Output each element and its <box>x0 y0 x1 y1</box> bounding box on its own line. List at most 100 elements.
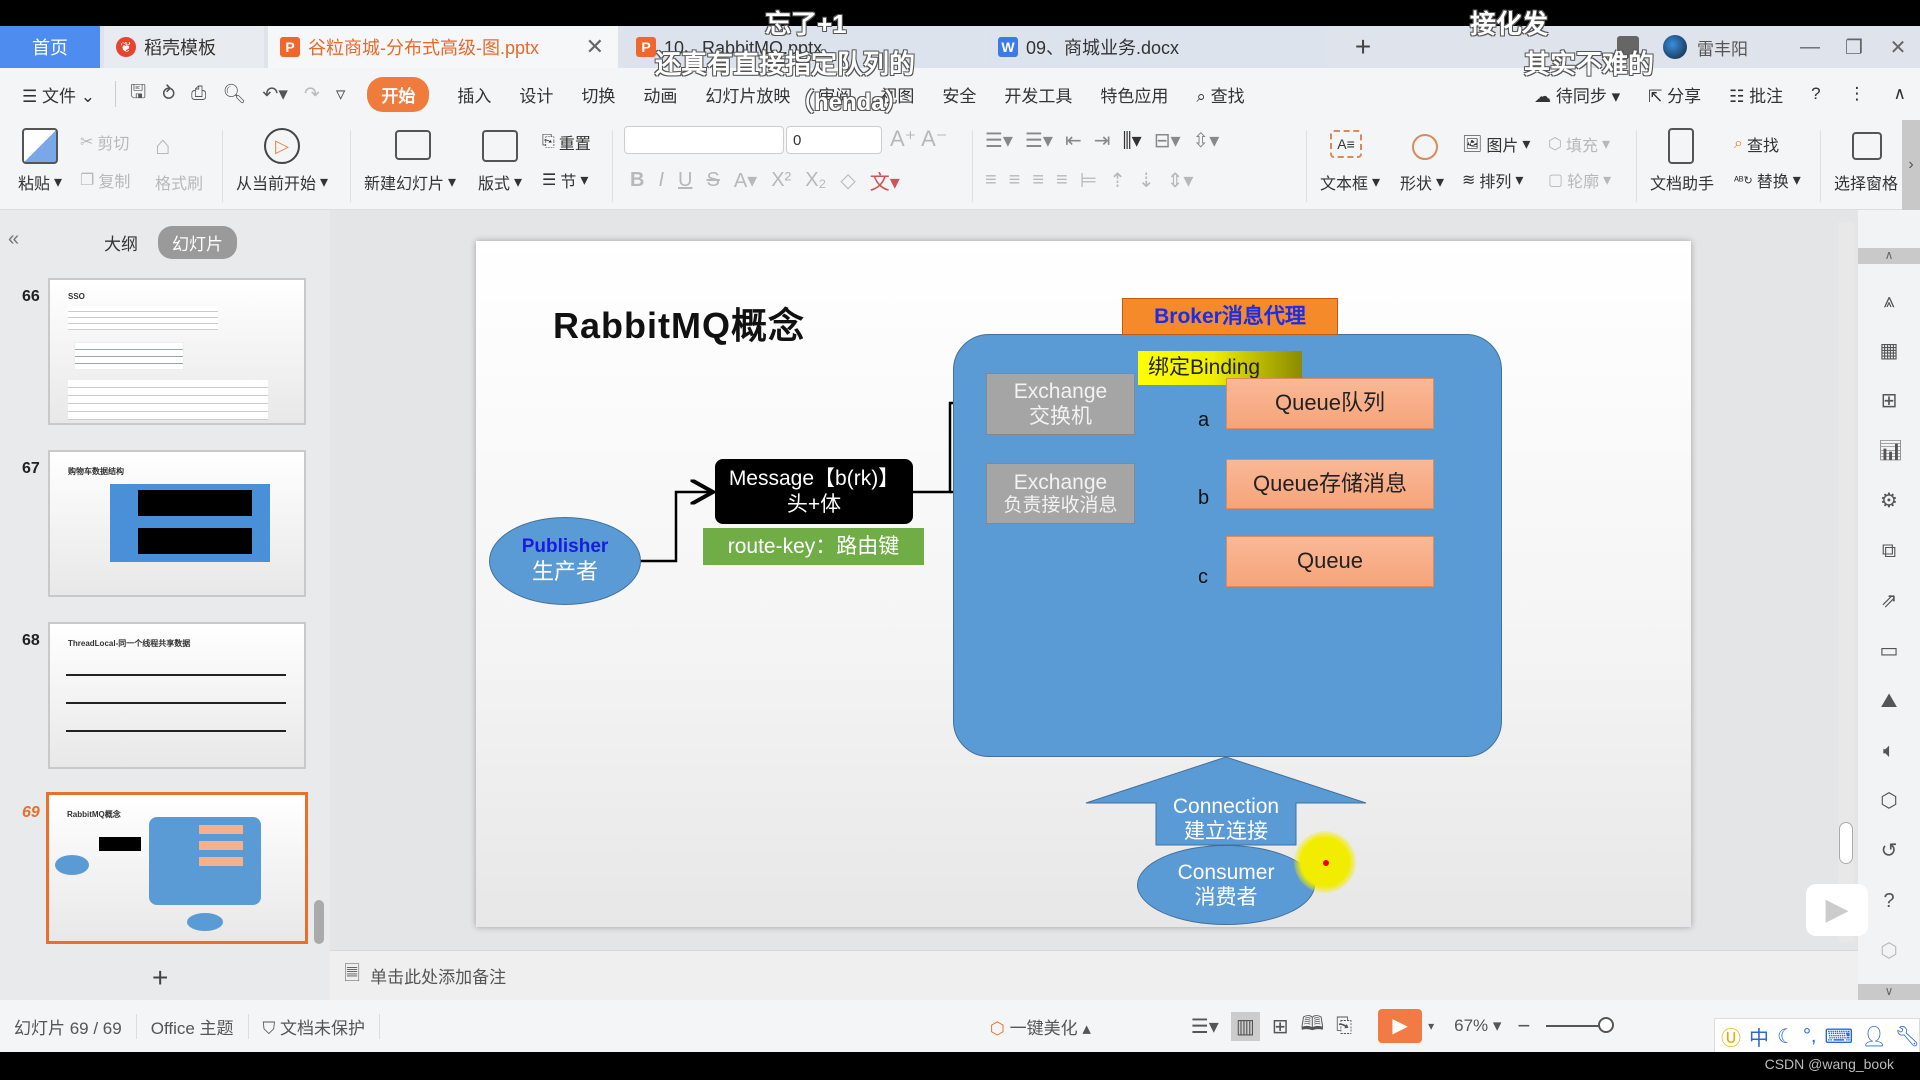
tab-home[interactable]: 首页 <box>0 26 100 68</box>
close-button[interactable]: ✕ <box>1876 35 1920 60</box>
scrollbar-thumb[interactable] <box>1839 822 1853 864</box>
bullets-icon[interactable]: ☰▾ <box>985 128 1013 153</box>
zoom-slider[interactable] <box>1546 1017 1615 1033</box>
thumbnail-scrollbar[interactable] <box>314 900 324 944</box>
para-spacing-icon[interactable]: ⇡ <box>1109 168 1126 193</box>
zoom-select[interactable]: 67% ▾ <box>1454 1016 1501 1036</box>
save-icon[interactable]: 🖫 <box>130 78 146 110</box>
queue-box[interactable]: Queue队列 <box>1226 378 1434 429</box>
fill-button[interactable]: ⬡ 填充 ▾ <box>1548 132 1610 156</box>
file-menu[interactable]: ☰ 文件 ⌄ <box>22 82 95 107</box>
plugin-icon[interactable]: ⬡ <box>1878 790 1900 812</box>
menu-tab-features[interactable]: 特色应用 <box>1100 82 1168 107</box>
normal-view-icon[interactable]: ▥ <box>1230 1011 1260 1041</box>
layout-button[interactable]: 版式 ▾ <box>478 170 522 194</box>
distribute-icon[interactable]: ⊨ <box>1080 168 1097 193</box>
style-icon[interactable]: ⩓ <box>1878 290 1900 312</box>
replace-button[interactable]: ᴬᴮ↻ 替换 ▾ <box>1734 168 1801 192</box>
reading-view-icon[interactable]: 🕮 <box>1301 1009 1325 1043</box>
help-icon[interactable]: ? <box>1811 84 1820 104</box>
redo-icon[interactable]: ↷ <box>304 83 320 106</box>
italic-icon[interactable]: I <box>658 169 664 192</box>
line-spacing-icon[interactable]: ⇳▾ <box>1193 128 1220 153</box>
restore-button[interactable]: ❐ <box>1832 35 1876 60</box>
menu-tab-animation[interactable]: 动画 <box>643 82 677 107</box>
text-direction-icon[interactable]: ⫼▾ <box>1122 128 1141 153</box>
notes-toggle-icon[interactable]: ☰▾ <box>1191 1014 1219 1039</box>
document-protection[interactable]: ⛉ 文档未保护 <box>249 1013 381 1039</box>
selection-pane-icon[interactable] <box>1852 132 1882 160</box>
queue-box[interactable]: Queue存储消息 <box>1226 459 1434 509</box>
para-spacing2-icon[interactable]: ⇣ <box>1138 168 1155 193</box>
minimize-button[interactable]: — <box>1788 36 1832 59</box>
undo-icon[interactable]: ↶▾ <box>262 83 287 106</box>
textbox-icon[interactable]: A≡ <box>1330 130 1362 158</box>
play-from-current-button[interactable]: 从当前开始 ▾ <box>236 170 328 194</box>
format-painter-icon[interactable]: ⌂ <box>155 130 171 161</box>
ime-chinese-icon[interactable]: 中 <box>1749 1022 1769 1051</box>
zoom-out-button[interactable]: − <box>1517 1013 1530 1039</box>
slide-thumbnail-68[interactable]: ThreadLocal-同一个线程共享数据 <box>48 622 306 769</box>
export-icon[interactable]: ⇗ <box>1878 590 1900 612</box>
chevron-down-icon[interactable]: ▾ <box>1428 1019 1434 1033</box>
collapse-ribbon-icon[interactable]: ∧ <box>1894 84 1906 104</box>
pane-scroll-down[interactable]: ∨ <box>1858 984 1920 1000</box>
vertical-scrollbar[interactable] <box>1838 222 1854 942</box>
line-spacing2-icon[interactable]: ⇕▾ <box>1167 168 1194 193</box>
strikethrough-icon[interactable]: S <box>706 169 719 192</box>
sync-button[interactable]: ☁ 待同步 ▾ <box>1534 82 1620 107</box>
message-box[interactable]: Message【b(rk)】 头+体 <box>715 459 913 524</box>
table-icon[interactable]: ▦ <box>1878 340 1900 362</box>
slide-title[interactable]: RabbitMQ概念 <box>553 297 805 349</box>
tab-active-file[interactable]: P 谷粒商城-分布式高级-图.pptx ✕ <box>268 26 618 68</box>
superscript-icon[interactable]: X² <box>771 169 791 192</box>
print-preview-icon[interactable]: 🔍︎ <box>222 82 246 106</box>
outline-button[interactable]: ▢ 轮廓 ▾ <box>1548 168 1611 192</box>
chart-icon[interactable]: 📊︎ <box>1878 440 1903 462</box>
font-size-select[interactable]: 0 <box>786 126 882 154</box>
align-center-icon[interactable]: ≡ <box>1009 169 1021 192</box>
play-from-current-icon[interactable]: ▷ <box>264 128 300 164</box>
archive-icon[interactable]: ▭ <box>1878 640 1900 662</box>
bold-icon[interactable]: B <box>630 169 644 192</box>
textbox-button[interactable]: 文本框 ▾ <box>1320 170 1380 194</box>
menu-tab-design[interactable]: 设计 <box>519 82 553 107</box>
help-icon[interactable]: ? <box>1878 890 1900 912</box>
subscript-icon[interactable]: X₂ <box>805 169 826 192</box>
align-text-icon[interactable]: ⊟▾ <box>1154 128 1181 153</box>
menu-tab-slideshow[interactable]: 幻灯片放映 <box>705 82 790 107</box>
slide-thumbnail-66[interactable]: SSO <box>48 278 306 425</box>
more-icon[interactable]: ⋮ <box>1849 84 1866 104</box>
arrange-button[interactable]: ≋ 排列 ▾ <box>1462 168 1523 192</box>
route-key-label[interactable]: route-key：路由键 <box>703 528 924 565</box>
settings-sliders-icon[interactable]: ⚙ <box>1878 490 1900 512</box>
ime-keyboard-icon[interactable]: ⌨ <box>1825 1024 1854 1049</box>
collapse-pane-icon[interactable]: « <box>8 228 19 251</box>
menu-tab-insert[interactable]: 插入 <box>457 82 491 107</box>
section-button[interactable]: ☰ 节 ▾ <box>542 168 588 192</box>
queue-box[interactable]: Queue <box>1226 536 1434 587</box>
slide-thumbnail-67[interactable]: 购物车数据结构 <box>48 450 306 597</box>
add-slide-button[interactable]: + <box>152 962 168 994</box>
layout-icon[interactable] <box>482 130 518 162</box>
slide-sorter-icon[interactable]: ⊞ <box>1272 1014 1289 1039</box>
ime-toolbar[interactable]: Ⓤ 中 ☾ °, ⌨ 👤︎ 🔧︎ <box>1714 1018 1920 1054</box>
clear-format-icon[interactable]: ◇ <box>840 168 855 193</box>
publisher-ellipse[interactable]: Publisher 生产者 <box>489 517 641 605</box>
decrease-indent-icon[interactable]: ⇤ <box>1065 128 1082 153</box>
close-tab-icon[interactable]: ✕ <box>586 34 604 60</box>
menu-tab-developer[interactable]: 开发工具 <box>1004 82 1072 107</box>
slide-canvas[interactable]: RabbitMQ概念 Broker消息代理 Exchange 交换机 Excha… <box>476 241 1691 927</box>
doc-assistant-button[interactable]: 文档助手 <box>1650 170 1714 194</box>
new-tab-button[interactable]: + <box>1340 26 1386 68</box>
ime-user-icon[interactable]: 👤︎ <box>1861 1024 1886 1049</box>
ime-punct-icon[interactable]: °, <box>1803 1025 1817 1048</box>
doc-assistant-icon[interactable] <box>1668 128 1694 164</box>
menu-tab-security[interactable]: 安全 <box>942 82 976 107</box>
reset-button[interactable]: ⎘ 重置 <box>542 130 591 154</box>
broker-label[interactable]: Broker消息代理 <box>1122 298 1338 335</box>
print-icon[interactable]: ⎙ <box>191 83 206 105</box>
new-slide-icon[interactable] <box>395 130 431 160</box>
grow-font-icon[interactable]: A⁺ A⁻ <box>890 126 947 152</box>
ribbon-scroll-right[interactable]: › <box>1902 120 1920 210</box>
